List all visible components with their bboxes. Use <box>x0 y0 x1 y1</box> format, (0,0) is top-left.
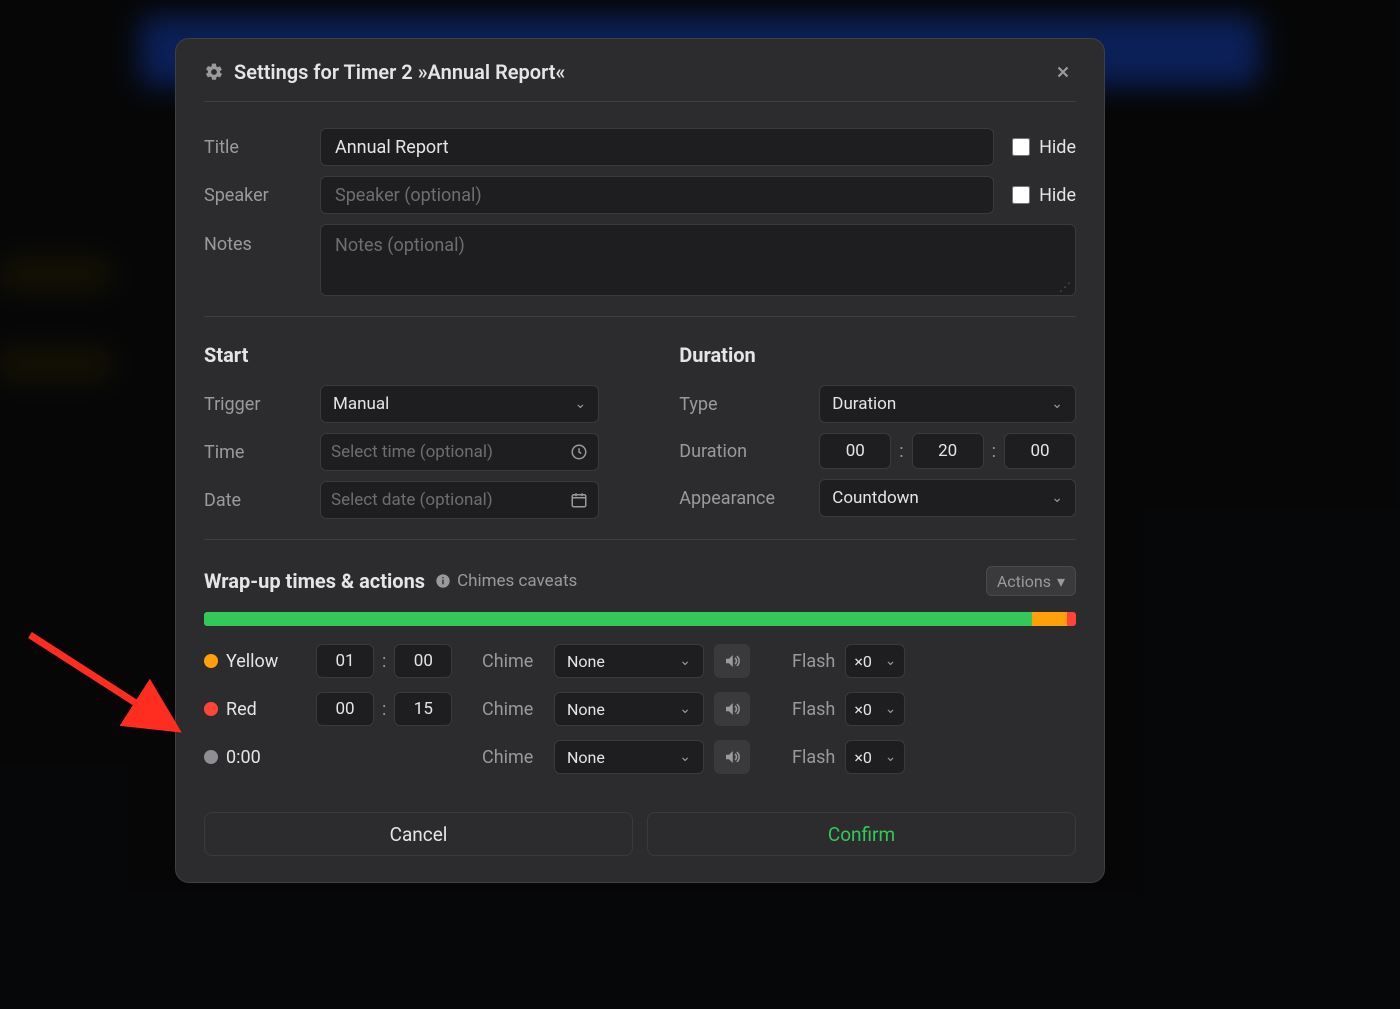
colon: : <box>382 651 386 672</box>
notes-input-wrapper[interactable]: ⋰ <box>320 224 1076 296</box>
notes-label: Notes <box>204 224 320 255</box>
timeline-red <box>1067 612 1076 626</box>
chevron-down-icon: ⌄ <box>1051 490 1063 506</box>
wrapup-seconds[interactable]: 00 <box>394 644 452 678</box>
actions-dropdown[interactable]: Actions ▾ <box>986 566 1076 596</box>
play-sound-button[interactable] <box>714 740 750 774</box>
chime-label: Chime <box>482 747 544 768</box>
trigger-select[interactable]: Manual ⌄ <box>320 385 599 423</box>
title-input-wrapper[interactable] <box>320 128 994 166</box>
speaker-input-wrapper[interactable] <box>320 176 994 214</box>
wrapup-timeline <box>204 612 1076 626</box>
wrapup-row: Yellow 01 : 00 Chime None ⌄ Flash ×0 ⌄ <box>204 644 1076 678</box>
color-dot <box>204 702 218 716</box>
chevron-down-icon: ⌄ <box>885 749 897 765</box>
type-select[interactable]: Duration ⌄ <box>819 385 1076 423</box>
color-dot <box>204 654 218 668</box>
wrapup-minutes[interactable]: 00 <box>316 692 374 726</box>
timeline-green <box>204 612 1032 626</box>
gear-icon <box>204 62 224 82</box>
date-label: Date <box>204 490 320 511</box>
wrapup-row-label: Yellow <box>226 651 316 672</box>
trigger-label: Trigger <box>204 394 320 415</box>
start-heading: Start <box>204 343 599 367</box>
color-dot <box>204 750 218 764</box>
chime-label: Chime <box>482 699 544 720</box>
speaker-label: Speaker <box>204 185 320 206</box>
chevron-down-icon: ⌄ <box>575 396 587 412</box>
flash-label: Flash <box>792 699 835 720</box>
calendar-icon <box>570 491 588 509</box>
caret-down-icon: ▾ <box>1057 572 1065 591</box>
time-placeholder: Select time (optional) <box>331 442 493 462</box>
speaker-hide-checkbox[interactable]: Hide <box>1008 183 1076 207</box>
chevron-down-icon: ⌄ <box>679 749 691 765</box>
wrapup-row: Red 00 : 15 Chime None ⌄ Flash ×0 ⌄ <box>204 692 1076 726</box>
timeline-orange <box>1032 612 1067 626</box>
chevron-down-icon: ⌄ <box>679 653 691 669</box>
speaker-input[interactable] <box>333 184 981 207</box>
chevron-down-icon: ⌄ <box>885 701 897 717</box>
title-label: Title <box>204 137 320 158</box>
flash-select[interactable]: ×0 ⌄ <box>845 644 905 678</box>
colon: : <box>899 441 903 462</box>
date-picker[interactable]: Select date (optional) <box>320 481 599 519</box>
clock-icon <box>570 443 588 461</box>
time-picker[interactable]: Select time (optional) <box>320 433 599 471</box>
appearance-select[interactable]: Countdown ⌄ <box>819 479 1076 517</box>
type-value: Duration <box>832 394 896 414</box>
wrapup-seconds[interactable]: 15 <box>394 692 452 726</box>
duration-heading: Duration <box>679 343 1076 367</box>
confirm-button[interactable]: Confirm <box>647 812 1076 856</box>
speaker-hide-box[interactable] <box>1012 186 1030 204</box>
flash-label: Flash <box>792 651 835 672</box>
colon: : <box>382 699 386 720</box>
duration-minutes[interactable]: 20 <box>912 433 984 469</box>
date-placeholder: Select date (optional) <box>331 490 493 510</box>
wrapup-row-label: Red <box>226 699 316 720</box>
chevron-down-icon: ⌄ <box>885 653 897 669</box>
chime-label: Chime <box>482 651 544 672</box>
trigger-value: Manual <box>333 394 389 414</box>
chime-select[interactable]: None ⌄ <box>554 740 704 774</box>
cancel-button[interactable]: Cancel <box>204 812 633 856</box>
chevron-down-icon: ⌄ <box>679 701 691 717</box>
hide-label: Hide <box>1039 137 1076 158</box>
chevron-down-icon: ⌄ <box>1051 396 1063 412</box>
chime-select[interactable]: None ⌄ <box>554 644 704 678</box>
appearance-value: Countdown <box>832 488 919 508</box>
colon: : <box>992 441 996 462</box>
wrapup-heading: Wrap-up times & actions <box>204 569 425 593</box>
wrapup-row: 0:00 Chime None ⌄ Flash ×0 ⌄ <box>204 740 1076 774</box>
flash-select[interactable]: ×0 ⌄ <box>845 740 905 774</box>
time-label: Time <box>204 442 320 463</box>
wrapup-minutes[interactable]: 01 <box>316 644 374 678</box>
close-button[interactable] <box>1050 59 1076 85</box>
play-sound-button[interactable] <box>714 692 750 726</box>
title-hide-box[interactable] <box>1012 138 1030 156</box>
flash-label: Flash <box>792 747 835 768</box>
info-icon <box>435 573 451 589</box>
duration-hours[interactable]: 00 <box>819 433 891 469</box>
title-hide-checkbox[interactable]: Hide <box>1008 135 1076 159</box>
notes-input[interactable] <box>333 233 1063 295</box>
flash-select[interactable]: ×0 ⌄ <box>845 692 905 726</box>
duration-seconds[interactable]: 00 <box>1004 433 1076 469</box>
play-sound-button[interactable] <box>714 644 750 678</box>
dialog-title: Settings for Timer 2 »Annual Report« <box>234 60 565 84</box>
chimes-caveats-link[interactable]: Chimes caveats <box>435 571 577 591</box>
title-input[interactable] <box>333 136 981 159</box>
appearance-label: Appearance <box>679 488 819 509</box>
wrapup-row-label: 0:00 <box>226 747 316 768</box>
chime-select[interactable]: None ⌄ <box>554 692 704 726</box>
hide-label-2: Hide <box>1039 185 1076 206</box>
timer-settings-dialog: Settings for Timer 2 »Annual Report« Tit… <box>175 38 1105 883</box>
type-label: Type <box>679 394 819 415</box>
duration-label: Duration <box>679 441 819 462</box>
